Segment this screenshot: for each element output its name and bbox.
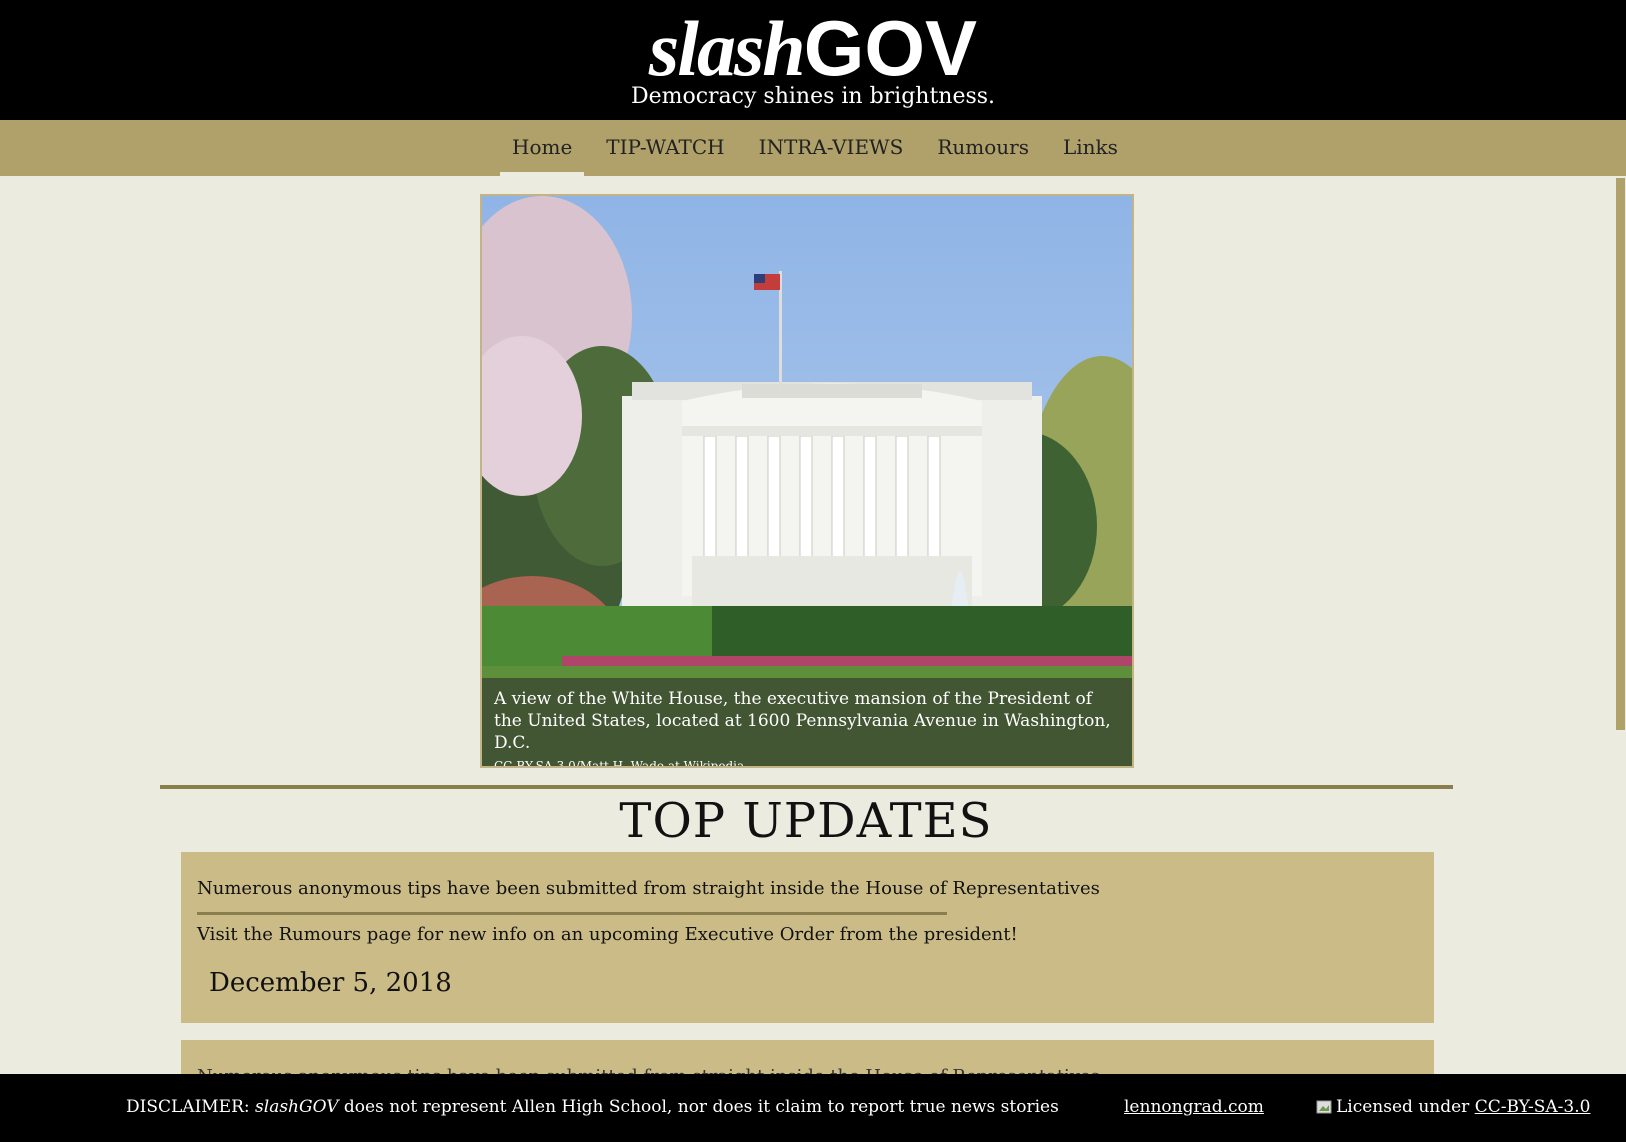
site-tagline: Democracy shines in brightness. bbox=[630, 84, 996, 109]
nav-home[interactable]: Home bbox=[500, 120, 585, 176]
update-subline: Visit the Rumours page for new info on a… bbox=[197, 924, 1018, 945]
update-card: Numerous anonymous tips have been submit… bbox=[181, 852, 1434, 1023]
nav-intra-views[interactable]: INTRA-VIEWS bbox=[747, 120, 916, 176]
license-prefix: Licensed under bbox=[1336, 1097, 1475, 1117]
top-updates-heading: TOP UPDATES bbox=[619, 793, 993, 849]
update-date: December 5, 2018 bbox=[209, 968, 452, 998]
credit-suffix: at Wikipedia bbox=[664, 759, 745, 768]
nav-items: Home TIP-WATCH INTRA-VIEWS Rumours Links bbox=[500, 120, 1140, 176]
site-logo[interactable]: slashGOV bbox=[0, 0, 1626, 97]
disclaimer-text: does not represent Allen High School, no… bbox=[338, 1097, 1059, 1117]
disclaimer-prefix: DISCLAIMER: bbox=[126, 1097, 256, 1117]
update-separator bbox=[197, 912, 947, 915]
photo-credit: CC-BY-SA-3.0/Matt H. Wade at Wikipedia bbox=[494, 759, 1120, 768]
site-footer: DISCLAIMER: slashGOV does not represent … bbox=[0, 1074, 1626, 1142]
hero-figure: A view of the White House, the executive… bbox=[480, 194, 1134, 768]
license-badge-icon bbox=[1316, 1099, 1332, 1114]
nav-rumours[interactable]: Rumours bbox=[925, 120, 1041, 176]
scrollbar-thumb[interactable] bbox=[1616, 178, 1625, 730]
main-nav: Home TIP-WATCH INTRA-VIEWS Rumours Links bbox=[0, 120, 1626, 176]
site-header: slashGOV Democracy shines in brightness. bbox=[0, 0, 1626, 120]
nav-links[interactable]: Links bbox=[1051, 120, 1130, 176]
logo-slash: slash bbox=[648, 5, 806, 92]
nav-tip-watch[interactable]: TIP-WATCH bbox=[594, 120, 736, 176]
update-headline: Numerous anonymous tips have been submit… bbox=[197, 878, 1100, 899]
disclaimer: DISCLAIMER: slashGOV does not represent … bbox=[126, 1097, 1059, 1117]
hero-caption: A view of the White House, the executive… bbox=[482, 678, 1132, 766]
logo-gov: GOV bbox=[803, 4, 978, 92]
site-link[interactable]: lennongrad.com bbox=[1124, 1097, 1264, 1117]
license-link[interactable]: CC-BY-SA-3.0 bbox=[1475, 1097, 1591, 1117]
credit-license-link[interactable]: CC-BY-SA-3.0 bbox=[494, 759, 576, 766]
caption-text: A view of the White House, the executive… bbox=[494, 689, 1111, 753]
credit-author-link[interactable]: Matt H. Wade bbox=[580, 759, 664, 766]
license-notice: Licensed under CC-BY-SA-3.0 bbox=[1316, 1097, 1590, 1117]
disclaimer-brand: slashGOV bbox=[255, 1097, 339, 1117]
